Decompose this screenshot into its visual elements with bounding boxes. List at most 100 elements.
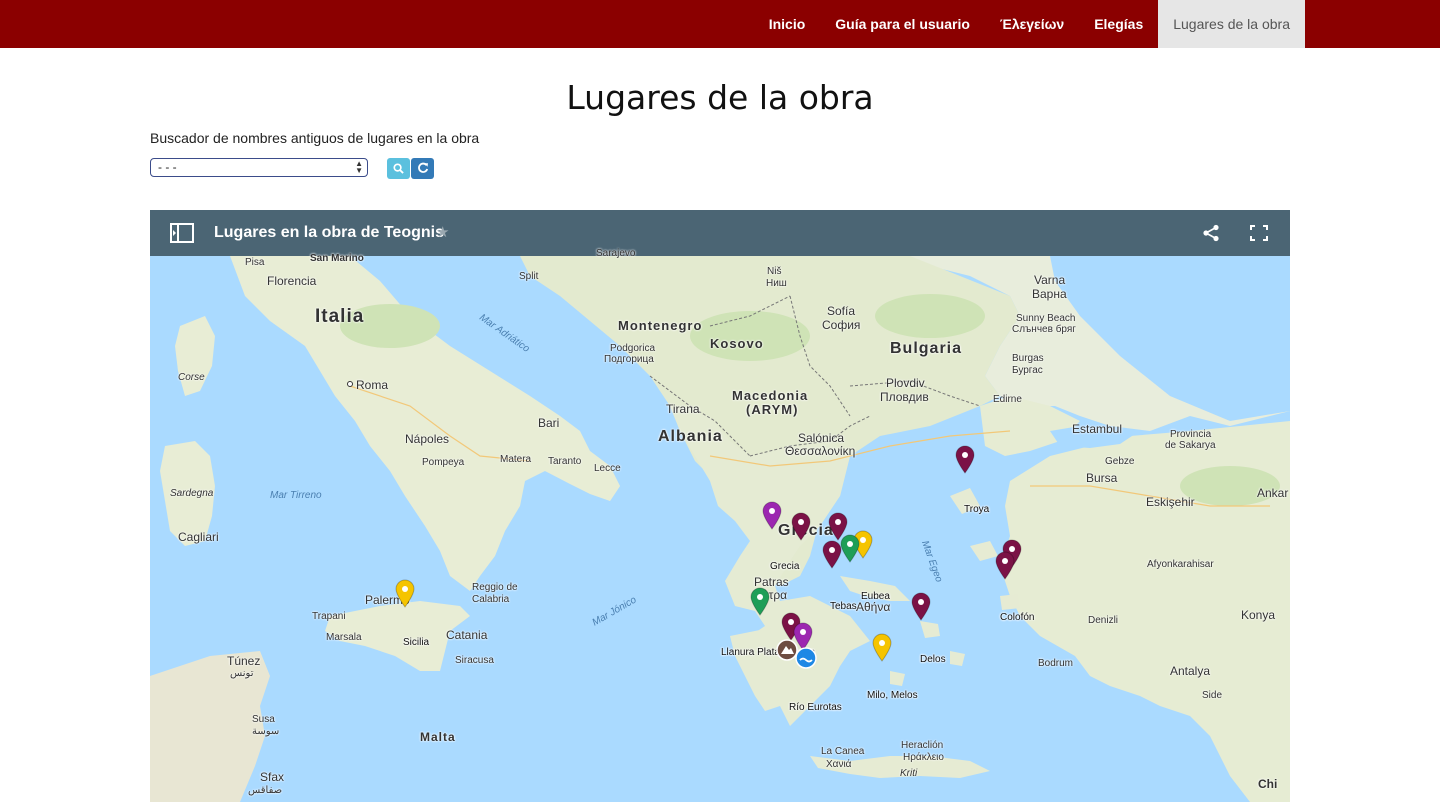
city-sakarya: Provincia [1170, 429, 1212, 440]
map-pin-troya[interactable] [954, 444, 976, 474]
city-susa: Susa [252, 714, 275, 725]
map-pin-tebas[interactable] [821, 539, 843, 569]
city-cagliari: Cagliari [178, 530, 219, 544]
city-taranto: Taranto [548, 456, 582, 467]
city-sofia: Sofía [827, 304, 856, 318]
city-salonica-gr: Θεσσαλονίκη [785, 444, 856, 458]
place-label-milo: Milo, Melos [867, 690, 918, 701]
city-san-marino: San Marino [310, 253, 364, 264]
city-nis-cyr: Ниш [766, 278, 787, 289]
map-header: Lugares en la obra de Teognis ★ [150, 210, 1290, 256]
map-pin-llanura[interactable] [749, 586, 771, 616]
label-mar-tirreno: Mar Tirreno [270, 490, 322, 501]
top-navbar: Inicio Guía para el usuario Έλεγείων Ele… [0, 0, 1440, 48]
city-calabria: Calabria [472, 594, 510, 605]
city-susa-ar: سوسة [252, 726, 280, 737]
nav-guia[interactable]: Guía para el usuario [820, 0, 985, 48]
city-la-canea: La Canea [821, 746, 865, 757]
city-edirne: Edirne [993, 394, 1022, 405]
city-podgorica-cyr: Подгорица [604, 354, 654, 365]
city-antalya: Antalya [1170, 664, 1211, 678]
city-sofia-cyr: София [822, 318, 861, 332]
city-pisa: Pisa [245, 257, 265, 268]
label-macedonia: Macedonia [732, 388, 809, 403]
city-bursa: Bursa [1086, 471, 1118, 485]
place-label-tebas: Tebas [830, 601, 857, 612]
city-estambul: Estambul [1072, 422, 1123, 436]
place-label-sicilia: Sicilia [403, 637, 430, 648]
city-dot-roma [347, 381, 353, 387]
city-lecce: Lecce [594, 463, 621, 474]
search-icon [393, 163, 404, 174]
place-label-eubea: Eubea [861, 591, 890, 602]
city-heraclion: Heraclión [901, 740, 944, 751]
city-tunez-ar: تونس [230, 668, 254, 679]
label-kosovo: Kosovo [710, 336, 764, 351]
city-sunny-beach-cyr: Слънчев бряг [1012, 324, 1076, 335]
city-nis: Niš [767, 266, 782, 277]
map-pin-colofon[interactable] [994, 550, 1016, 580]
label-albania: Albania [658, 428, 723, 445]
nav-elegias[interactable]: Elegías [1079, 0, 1158, 48]
city-plovdiv-cyr: Пловдив [880, 390, 929, 404]
city-bari: Bari [538, 416, 560, 430]
reset-button[interactable] [411, 158, 434, 179]
place-select[interactable]: - - - ▲ ▼ [150, 158, 368, 177]
city-plovdiv: Plovdiv [886, 376, 925, 390]
page-title: Lugares de la obra [566, 78, 874, 117]
share-icon[interactable] [1202, 224, 1220, 242]
label-italia: Italia [315, 306, 365, 327]
map-title: Lugares en la obra de Teognis [214, 224, 444, 241]
side-panel-icon[interactable] [170, 223, 194, 243]
city-bodrum: Bodrum [1038, 658, 1074, 669]
city-split: Split [519, 271, 539, 282]
city-corse: Corse [178, 372, 205, 383]
search-button[interactable] [387, 158, 410, 179]
label-montenegro: Montenegro [618, 318, 703, 333]
city-salonica: Salónica [798, 431, 845, 445]
city-sunny-beach: Sunny Beach [1016, 313, 1076, 324]
city-eskisehir: Eskişehir [1146, 495, 1195, 509]
place-label-colofon: Colofón [1000, 612, 1035, 623]
city-side: Side [1202, 690, 1223, 701]
star-icon[interactable]: ★ [436, 223, 449, 241]
city-roma: Roma [356, 378, 389, 392]
fullscreen-icon[interactable] [1250, 225, 1268, 241]
city-varna-cyr: Варна [1032, 287, 1067, 301]
map-pin-delos[interactable] [910, 591, 932, 621]
city-napoles: Nápoles [405, 432, 450, 446]
city-matera: Matera [500, 454, 532, 465]
map-pin-sicilia[interactable] [394, 578, 416, 608]
city-pompeya: Pompeya [422, 457, 465, 468]
city-marsala: Marsala [326, 632, 362, 643]
city-sarajevo: Sarajevo [596, 248, 636, 259]
city-la-canea-gr: Χανιά [826, 759, 852, 770]
map-pin-grecia[interactable] [790, 511, 812, 541]
label-malta: Malta [420, 730, 456, 744]
city-burgas-cyr: Бургас [1012, 365, 1043, 376]
map-pin-grecia[interactable] [761, 500, 783, 530]
select-value: - - - [158, 160, 177, 174]
city-reggio: Reggio de [472, 582, 518, 593]
nav-elegeion[interactable]: Έλεγείων [985, 0, 1079, 48]
city-sfax-ar: صفاقس [248, 785, 283, 796]
map-embed: Lugares en la obra de Teognis ★ Italia A… [150, 210, 1290, 802]
place-label-grecia: Grecia [770, 561, 800, 572]
city-atenas-gr: Αθήνα [856, 600, 891, 614]
city-florencia: Florencia [267, 274, 317, 288]
city-sardegna: Sardegna [170, 488, 214, 499]
city-sfax: Sfax [260, 770, 285, 784]
map-pin-milo[interactable] [871, 632, 893, 662]
search-label: Buscador de nombres antiguos de lugares … [150, 130, 480, 146]
nav-lugares[interactable]: Lugares de la obra [1158, 0, 1305, 48]
map-canvas[interactable]: Italia Albania Bulgaria Grecia Montenegr… [150, 248, 1290, 802]
map-pin-eurotas[interactable] [795, 646, 817, 676]
city-heraclion-gr: Ηράκλειο [903, 752, 944, 763]
city-sakarya2: de Sakarya [1165, 440, 1216, 451]
nav-inicio[interactable]: Inicio [754, 0, 821, 48]
city-afyon: Afyonkarahisar [1147, 559, 1214, 570]
city-varna: Varna [1034, 273, 1066, 287]
city-siracusa: Siracusa [455, 655, 494, 666]
city-ankara: Ankar [1257, 486, 1289, 500]
city-konya: Konya [1241, 608, 1276, 622]
